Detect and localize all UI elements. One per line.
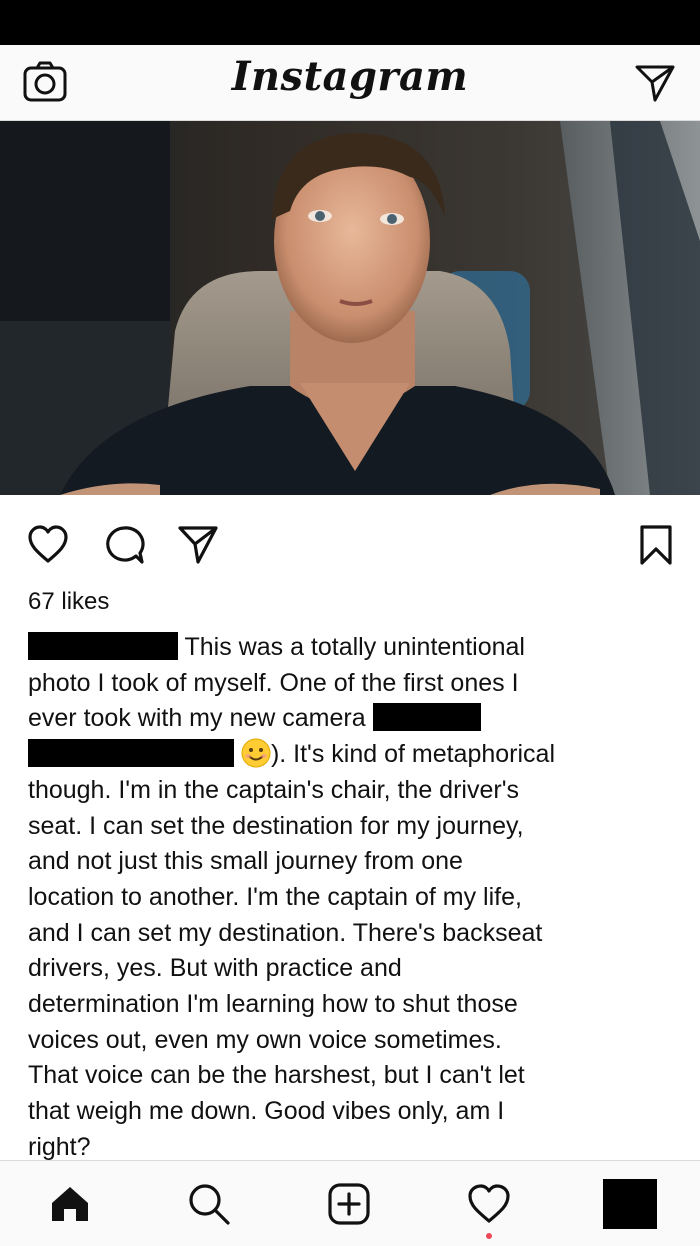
caption-line: ever took with my new camera xyxy=(28,701,673,737)
caption-line: that weigh me down. Good vibes only, am … xyxy=(28,1097,505,1126)
likes-count[interactable]: 67 likes xyxy=(28,588,109,616)
add-post-icon[interactable] xyxy=(326,1181,372,1227)
caption-line: and not just this small journey from one xyxy=(28,847,463,876)
caption-line: right? xyxy=(28,1132,91,1160)
notification-dot xyxy=(486,1233,492,1239)
home-icon[interactable] xyxy=(47,1181,93,1227)
caption-line: This was a totally unintentional xyxy=(28,630,673,666)
heart-icon[interactable] xyxy=(26,523,70,567)
profile-avatar[interactable] xyxy=(603,1179,657,1229)
caption-line: ). It's kind of metaphorical xyxy=(28,737,673,773)
share-paper-plane-icon[interactable] xyxy=(176,523,220,567)
redacted-text xyxy=(372,703,481,732)
status-bar xyxy=(0,0,700,45)
post-caption: This was a totally unintentional photo I… xyxy=(28,630,673,1160)
caption-line: determination I'm learning how to shut t… xyxy=(28,990,518,1019)
bottom-tab-bar xyxy=(0,1160,700,1246)
post-photo[interactable] xyxy=(0,121,700,495)
caption-line: though. I'm in the captain's chair, the … xyxy=(28,775,519,804)
bookmark-icon[interactable] xyxy=(634,523,678,567)
caption-line: voices out, even my own voice sometimes. xyxy=(28,1025,502,1054)
caption-line: That voice can be the harshest, but I ca… xyxy=(28,1061,525,1090)
redacted-text xyxy=(28,739,234,768)
caption-line: photo I took of myself. One of the first… xyxy=(28,668,519,697)
car-selfie-photo xyxy=(0,121,700,495)
search-icon[interactable] xyxy=(186,1181,232,1227)
instagram-logo: Instagram xyxy=(231,53,469,100)
redacted-username xyxy=(28,632,178,660)
caption-area: This was a totally unintentional photo I… xyxy=(0,630,700,1160)
caption-line: and I can set my destination. There's ba… xyxy=(28,918,543,947)
activity-heart-icon[interactable] xyxy=(466,1181,512,1227)
post-action-bar xyxy=(0,495,700,585)
paper-plane-icon[interactable] xyxy=(634,63,676,103)
caption-line: location to another. I'm the captain of … xyxy=(28,882,522,911)
caption-line: drivers, yes. But with practice and xyxy=(28,954,402,983)
comment-icon[interactable] xyxy=(102,523,146,567)
smiling-face-emoji-icon xyxy=(241,738,271,768)
caption-line: seat. I can set the destination for my j… xyxy=(28,811,524,840)
top-navigation-bar: Instagram xyxy=(0,45,700,121)
